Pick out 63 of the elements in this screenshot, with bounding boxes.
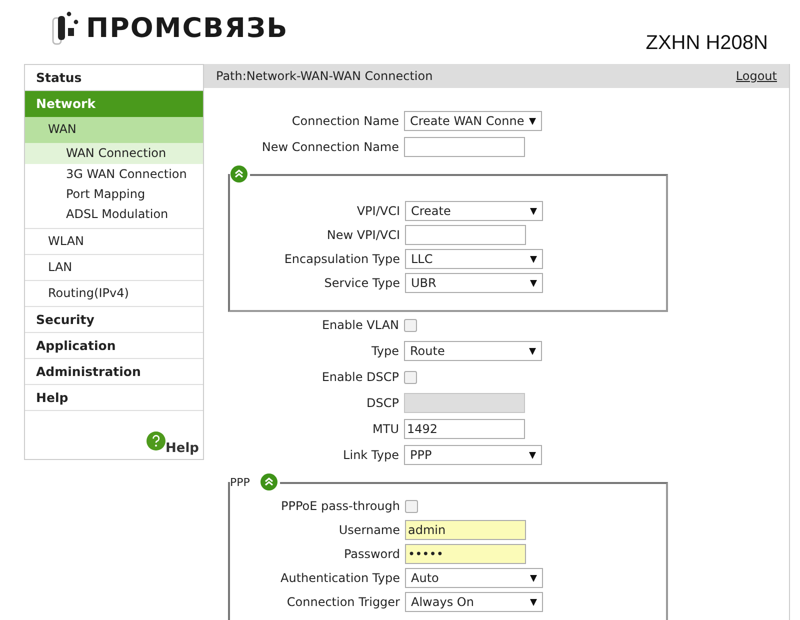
dropdown[interactable]: UBR — [405, 273, 543, 293]
field-label: DSCP — [366, 396, 400, 410]
field-label: New VPI/VCI — [326, 228, 401, 242]
input-field[interactable] — [404, 137, 525, 157]
caret-icon — [530, 280, 537, 286]
field-label: MTU — [372, 422, 400, 436]
sidebar-item[interactable]: Routing(IPv4) — [25, 281, 203, 307]
sidebar-item[interactable]: WAN Connection — [25, 143, 203, 164]
sidebar-item[interactable]: WAN — [25, 117, 203, 143]
field-label: Enable DSCP — [320, 370, 400, 384]
field-label: Connection Name — [290, 114, 400, 128]
field-label: New Connection Name — [260, 140, 400, 154]
caret-icon — [530, 256, 537, 262]
dropdown[interactable]: Auto — [405, 568, 543, 588]
field-label: Connection Trigger — [286, 595, 401, 609]
checkbox[interactable] — [404, 318, 417, 332]
field-label: Service Type — [323, 276, 401, 290]
sidebar-item[interactable]: Network — [25, 91, 203, 117]
group-legend: PPP — [230, 476, 250, 488]
dropdown[interactable]: Create WAN Conne — [404, 111, 542, 131]
input-field[interactable] — [405, 225, 526, 245]
sidebar-item[interactable]: WLAN — [25, 229, 203, 255]
sidebar-item[interactable]: Security — [25, 307, 203, 333]
sidebar-item[interactable]: Help — [25, 385, 203, 411]
field-label: Authentication Type — [280, 571, 401, 585]
input-field[interactable]: 1492 — [404, 419, 525, 439]
field-label: Enable VLAN — [320, 318, 400, 332]
collapse-icon[interactable] — [230, 165, 248, 183]
caret-icon — [530, 574, 537, 582]
logout-link[interactable]: Logout — [736, 69, 777, 83]
checkbox[interactable] — [404, 370, 417, 384]
dropdown[interactable]: LLC — [405, 249, 543, 269]
sidebar-item[interactable]: 3G WAN Connection — [25, 164, 203, 184]
caret-icon — [529, 118, 536, 124]
logo-text: ПРОМСВЯЗЬ — [86, 12, 288, 44]
dropdown[interactable]: Create — [405, 201, 543, 221]
help-icon[interactable] — [146, 431, 166, 451]
model-name: ZXHN H208N — [646, 32, 768, 55]
help-link[interactable]: Help — [166, 441, 199, 456]
dropdown[interactable]: Always On — [405, 592, 543, 612]
breadcrumb-path: Path:Network-WAN-WAN Connection — [216, 69, 433, 83]
password-field[interactable]: ••••• — [405, 544, 526, 564]
caret-icon — [530, 598, 537, 606]
field-label: VPI/VCI — [356, 204, 401, 218]
field-label: Username — [338, 523, 401, 537]
sidebar-item[interactable]: ADSL Modulation — [25, 204, 203, 224]
caret-icon — [530, 208, 537, 214]
dropdown[interactable]: PPP — [404, 445, 542, 465]
caret-icon — [529, 452, 536, 458]
field-label: Type — [370, 344, 400, 358]
field-label: Link Type — [342, 448, 400, 462]
sidebar-item[interactable]: Port Mapping — [25, 184, 203, 204]
field-label: Encapsulation Type — [283, 252, 401, 266]
dropdown[interactable]: Route — [404, 341, 542, 361]
checkbox[interactable] — [405, 500, 418, 512]
field-label: PPPoE pass-through — [280, 499, 401, 513]
sidebar-item[interactable]: LAN — [25, 255, 203, 281]
sidebar-item[interactable]: Application — [25, 333, 203, 359]
caret-icon — [529, 348, 536, 354]
field-label: Password — [342, 547, 401, 561]
collapse-icon[interactable] — [260, 473, 278, 491]
input-field[interactable]: admin — [405, 520, 526, 540]
sidebar-item[interactable]: Administration — [25, 359, 203, 385]
